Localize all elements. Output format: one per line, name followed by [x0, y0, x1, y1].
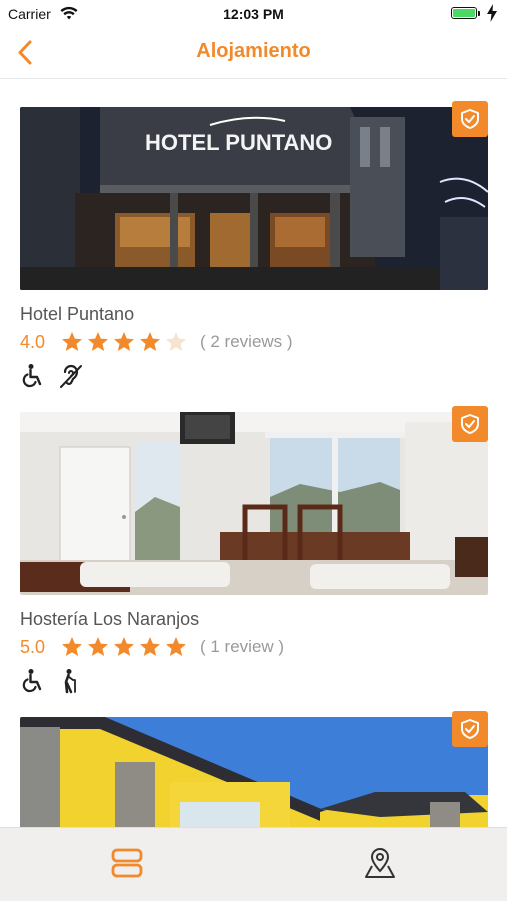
wheelchair-icon	[22, 364, 42, 388]
clock: 12:03 PM	[223, 6, 284, 22]
star-empty-icon	[166, 332, 186, 351]
elderly-icon	[64, 669, 76, 694]
navigation-bar: Alojamiento	[0, 28, 507, 79]
hotel-night-photo: HOTEL PUNTANO	[20, 107, 488, 290]
star-icon	[114, 637, 134, 656]
star-rating	[60, 635, 188, 659]
room-photo	[20, 412, 488, 595]
rating-score: 4.0	[20, 331, 46, 352]
shield-check-icon	[461, 109, 479, 129]
review-count[interactable]: ( 1 review )	[200, 637, 284, 657]
map-pin-icon[interactable]	[363, 846, 397, 880]
star-icon	[140, 332, 160, 351]
rating-row: 4.0 ( 2 reviews )	[20, 329, 488, 355]
listing-list[interactable]: HOTEL PUNTANO Hotel Puntano 4.0 ( 2 revi…	[0, 79, 507, 827]
listing-card[interactable]	[20, 711, 488, 827]
battery-tip	[478, 11, 480, 16]
star-icon	[166, 637, 186, 656]
star-rating	[60, 330, 188, 354]
wheelchair-icon	[22, 669, 42, 693]
star-icon	[88, 332, 108, 351]
yellow-house-photo	[20, 717, 488, 827]
rating-score: 5.0	[20, 636, 46, 657]
list-icon[interactable]	[110, 846, 144, 880]
verified-badge	[452, 101, 488, 137]
listing-card[interactable]: Hostería Los Naranjos 5.0 ( 1 review )	[20, 406, 488, 694]
star-icon	[62, 332, 82, 351]
battery-icon	[451, 7, 477, 19]
listing-name[interactable]: Hotel Puntano	[20, 304, 488, 325]
shield-check-icon	[461, 414, 479, 434]
star-icon	[114, 332, 134, 351]
status-bar: Carrier 12:03 PM	[0, 0, 507, 28]
tab-bar	[0, 827, 507, 901]
listing-photo[interactable]: HOTEL PUNTANO	[20, 107, 488, 290]
listing-photo[interactable]	[20, 412, 488, 595]
page-title: Alojamiento	[196, 40, 311, 62]
review-count[interactable]: ( 2 reviews )	[200, 332, 293, 352]
listing-name[interactable]: Hostería Los Naranjos	[20, 609, 488, 630]
hearing-impaired-icon	[60, 364, 82, 388]
hotel-sign-text: HOTEL PUNTANO	[145, 130, 332, 155]
star-icon	[140, 637, 160, 656]
verified-badge	[452, 406, 488, 442]
star-icon	[62, 637, 82, 656]
listing-photo[interactable]	[20, 717, 488, 827]
verified-badge	[452, 711, 488, 747]
accessibility-icons	[20, 363, 488, 389]
battery-fill	[453, 9, 475, 17]
shield-check-icon	[461, 719, 479, 739]
star-icon	[88, 637, 108, 656]
accessibility-icons	[20, 668, 488, 694]
charging-bolt-icon	[487, 4, 497, 22]
listing-card[interactable]: HOTEL PUNTANO Hotel Puntano 4.0 ( 2 revi…	[20, 101, 488, 389]
rating-row: 5.0 ( 1 review )	[20, 634, 488, 660]
